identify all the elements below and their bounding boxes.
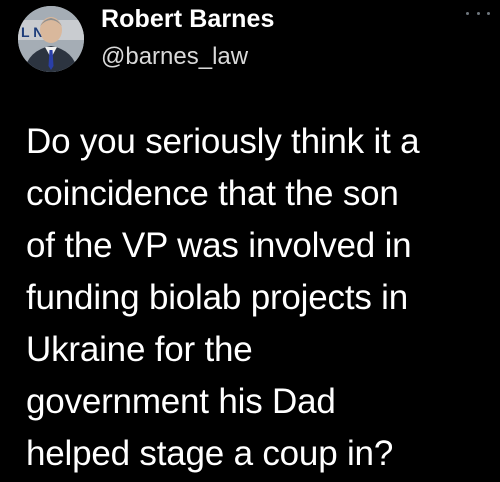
tweet-text-line: helped stage a coup in? [26,434,394,473]
tweet-text-line: funding biolab projects in [26,278,409,317]
tweet-text-line: of the VP was involved in [26,226,412,265]
tweet-text: Do you seriously think it a coincidence … [26,116,492,480]
profile-photo-icon: L NOI [18,6,84,72]
tweet-card: L NOI Robert Barnes @barnes_law Do you s… [0,0,500,482]
tweet-text-line: government his Dad [26,382,336,421]
author-handle[interactable]: @barnes_law [101,43,248,71]
more-options-dot [476,11,480,15]
tweet-text-line: Do you seriously think it a [26,122,420,161]
avatar[interactable]: L NOI [18,6,84,72]
author-display-name[interactable]: Robert Barnes [101,5,275,34]
tweet-text-line: coincidence that the son [26,174,399,213]
more-options-dot [466,11,469,15]
more-options-icon[interactable] [466,6,490,20]
tweet-text-line: Ukraine for the [26,330,253,369]
more-options-dot [487,11,490,15]
